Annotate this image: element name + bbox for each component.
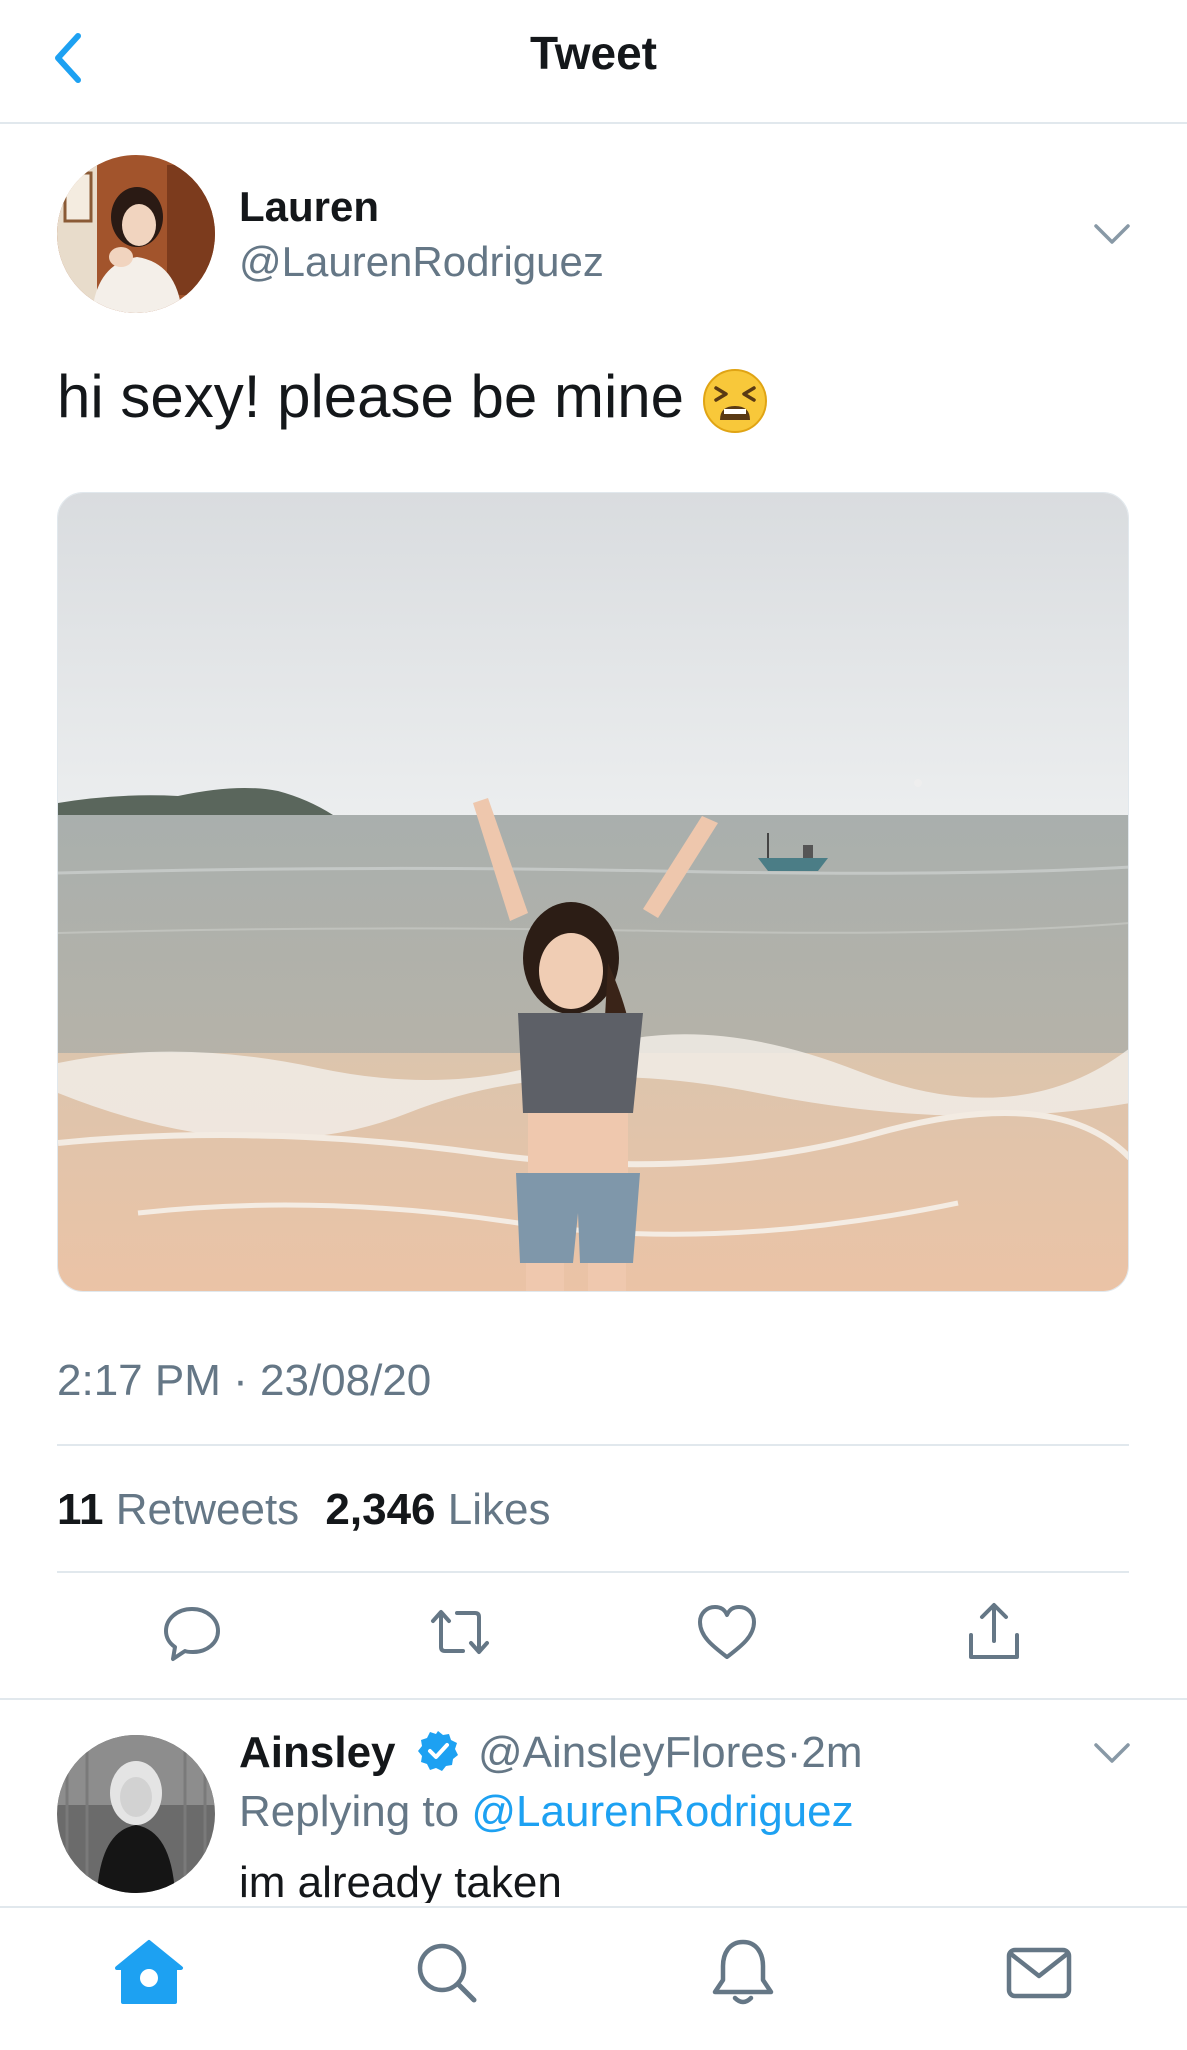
share-icon xyxy=(969,1603,1019,1659)
reply-text: im already taken xyxy=(239,1858,562,1903)
share-button[interactable] xyxy=(959,1597,1029,1667)
like-button[interactable] xyxy=(692,1597,762,1667)
tab-home[interactable] xyxy=(111,1934,187,2010)
reply-avatar[interactable] xyxy=(57,1735,215,1893)
likes-label: Likes xyxy=(447,1485,551,1534)
reply-options-button[interactable] xyxy=(1092,1740,1132,1766)
reply-button[interactable] xyxy=(157,1597,227,1667)
tweet-timestamp: 2:17 PM · 23/08/20 xyxy=(57,1356,431,1406)
avatar-photo xyxy=(57,155,215,313)
replying-to: Replying to @LaurenRodriguez xyxy=(239,1787,854,1837)
retweets-count: 11 xyxy=(57,1485,104,1534)
verified-badge-icon xyxy=(416,1729,460,1784)
tweet-time: 2:17 PM xyxy=(57,1356,221,1405)
replying-to-label: Replying to xyxy=(239,1787,460,1836)
top-bar: Tweet xyxy=(0,0,1187,124)
chevron-down-icon xyxy=(1094,1743,1130,1763)
tweet-options-button[interactable] xyxy=(1092,221,1132,247)
separator-dot: · xyxy=(233,1356,248,1405)
beach-photo xyxy=(58,493,1128,1291)
author-handle[interactable]: @LaurenRodriguez xyxy=(239,238,604,286)
notifications-icon xyxy=(712,1939,774,2005)
retweets-stat[interactable]: 11 Retweets xyxy=(57,1485,299,1534)
heart-icon xyxy=(698,1605,756,1659)
divider xyxy=(57,1571,1129,1573)
retweets-label: Retweets xyxy=(115,1485,300,1534)
replying-to-handle-link[interactable]: @LaurenRodriguez xyxy=(471,1787,853,1836)
search-icon xyxy=(417,1943,477,2003)
retweet-icon xyxy=(431,1610,489,1654)
tweet-stats: 11 Retweets 2,346 Likes xyxy=(57,1485,550,1535)
reply-time: 2m xyxy=(801,1728,863,1777)
retweet-button[interactable] xyxy=(425,1597,495,1667)
tired-face-emoji xyxy=(702,368,768,434)
reply-author-name[interactable]: Ainsley xyxy=(239,1728,396,1777)
tab-messages[interactable] xyxy=(1001,1934,1077,2010)
separator-dot: · xyxy=(786,1728,802,1777)
avatar-photo xyxy=(57,1735,215,1893)
messages-icon xyxy=(1006,1947,1072,1999)
tweet-photo[interactable] xyxy=(57,492,1129,1292)
tab-search[interactable] xyxy=(408,1934,484,2010)
page-title: Tweet xyxy=(530,27,657,79)
home-icon xyxy=(115,1940,183,2004)
likes-stat[interactable]: 2,346 Likes xyxy=(325,1485,550,1534)
reply-author-handle[interactable]: @AinsleyFlores xyxy=(478,1728,787,1777)
avatar[interactable] xyxy=(57,155,215,313)
reply-icon xyxy=(164,1607,220,1661)
tweet-text-content: hi sexy! please be mine xyxy=(57,363,685,430)
divider xyxy=(0,1698,1187,1700)
divider xyxy=(57,1444,1129,1446)
likes-count: 2,346 xyxy=(325,1485,436,1534)
tab-notifications[interactable] xyxy=(705,1934,781,2010)
chevron-down-icon xyxy=(1094,224,1130,244)
bottom-tab-bar xyxy=(0,1906,1187,2050)
tweet-date: 23/08/20 xyxy=(260,1356,432,1405)
reply-header: Ainsley @AinsleyFlores·2m xyxy=(239,1728,863,1784)
tweet-text: hi sexy! please be mine xyxy=(57,362,768,434)
author-name[interactable]: Lauren xyxy=(239,183,379,231)
